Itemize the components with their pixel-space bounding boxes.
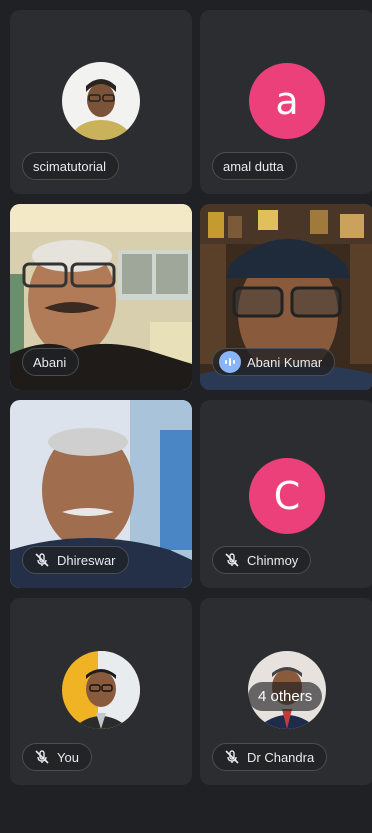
speaking-indicator-icon bbox=[219, 351, 241, 373]
name-chip: Dr Chandra bbox=[212, 743, 328, 771]
letter-avatar: a bbox=[249, 63, 325, 139]
name-chip: You bbox=[22, 743, 92, 771]
participant-name: Dr Chandra bbox=[247, 749, 315, 765]
mic-off-icon bbox=[223, 551, 241, 569]
participant-name: scimatutorial bbox=[33, 158, 106, 174]
participant-name: Abani bbox=[33, 354, 67, 370]
name-chip: Abani Kumar bbox=[212, 348, 336, 376]
mic-off-icon bbox=[33, 551, 51, 569]
participant-tile-amal-dutta[interactable]: a amal dutta bbox=[200, 10, 372, 194]
participant-name: Abani Kumar bbox=[247, 354, 323, 370]
participant-name: You bbox=[57, 749, 79, 765]
avatar-letter: a bbox=[275, 79, 299, 123]
participant-name: Dhireswar bbox=[57, 552, 116, 568]
others-count-badge[interactable]: 4 others bbox=[248, 682, 323, 711]
avatar bbox=[62, 651, 140, 729]
bottom-bar bbox=[0, 790, 372, 833]
participant-tile-dhireswar[interactable]: Dhireswar bbox=[10, 400, 192, 588]
mic-off-icon bbox=[33, 748, 51, 766]
participant-tile-you[interactable]: You bbox=[10, 598, 192, 785]
participant-name: Chinmoy bbox=[247, 552, 299, 568]
name-chip: Abani bbox=[22, 348, 80, 376]
participant-name: amal dutta bbox=[223, 158, 284, 174]
participant-tile-dr-chandra[interactable]: 4 others Dr Chandra bbox=[200, 598, 372, 785]
avatar-letter: C bbox=[273, 474, 301, 518]
participant-tile-abani-kumar[interactable]: Abani Kumar bbox=[200, 204, 372, 390]
participant-tile-abani[interactable]: Abani bbox=[10, 204, 192, 390]
name-chip: scimatutorial bbox=[22, 152, 119, 180]
participant-tile-scimatutorial[interactable]: scimatutorial bbox=[10, 10, 192, 194]
mic-off-icon bbox=[223, 748, 241, 766]
name-chip: Dhireswar bbox=[22, 546, 129, 574]
letter-avatar: C bbox=[249, 458, 325, 534]
participant-tile-chinmoy[interactable]: C Chinmoy bbox=[200, 400, 372, 588]
name-chip: amal dutta bbox=[212, 152, 297, 180]
avatar bbox=[62, 62, 140, 140]
participant-grid: scimatutorial a amal dutta Abani Abani K… bbox=[10, 10, 372, 785]
name-chip: Chinmoy bbox=[212, 546, 312, 574]
